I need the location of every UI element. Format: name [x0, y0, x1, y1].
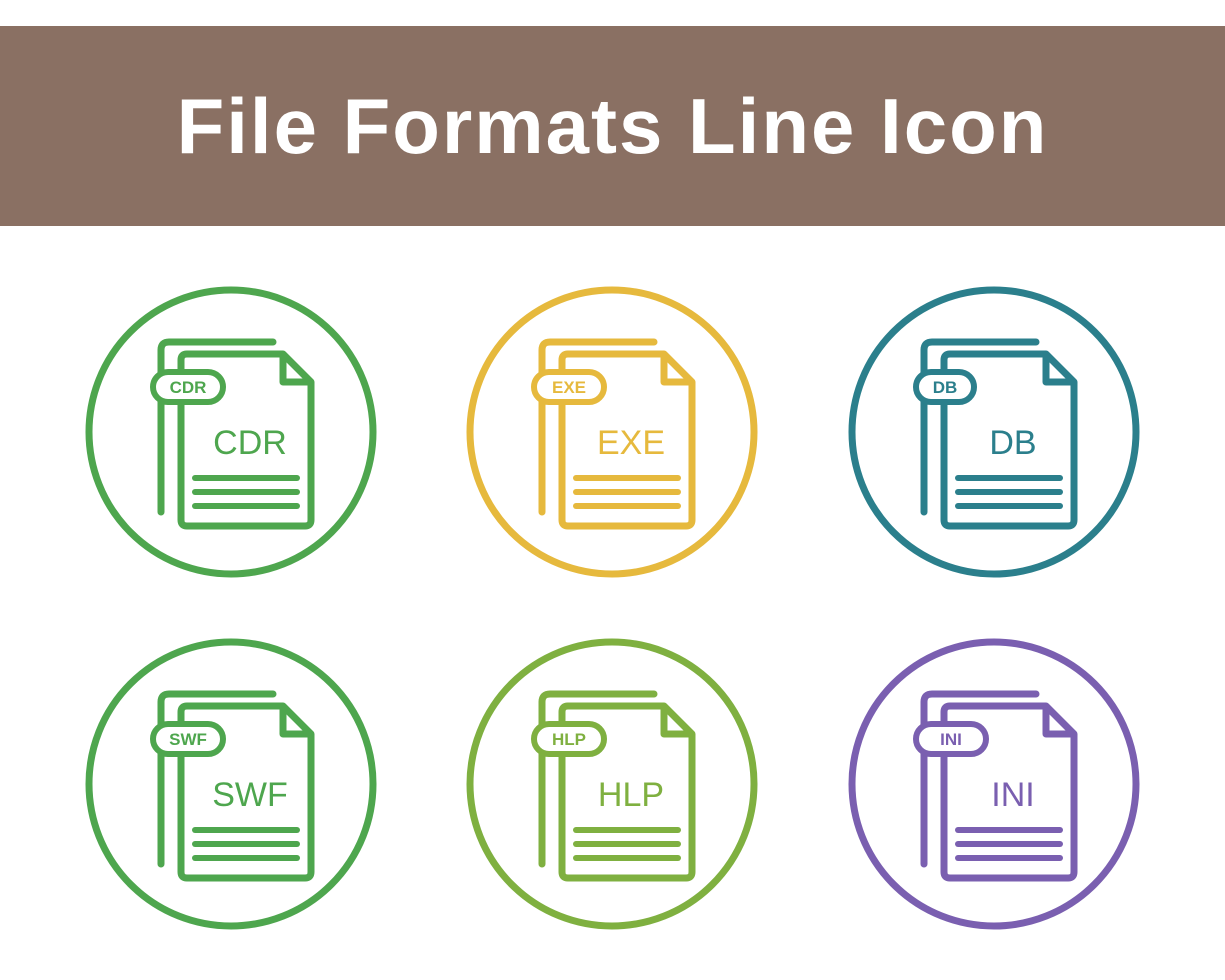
file-format-icon: INI INI [844, 634, 1144, 934]
file-main-label: EXE [597, 424, 665, 462]
file-icon-cdr: CDR CDR [60, 276, 402, 588]
file-tag-label: HLP [552, 730, 586, 749]
file-tag-label: SWF [169, 730, 207, 749]
file-main-label: DB [990, 424, 1037, 462]
icon-grid: CDR CDR EXE EXE DB DB SWF SWF HLP HLP INI INI [0, 226, 1225, 980]
header-banner: File Formats Line Icon [0, 26, 1225, 226]
file-tag-label: INI [940, 730, 962, 749]
file-main-label: INI [991, 776, 1034, 814]
file-tag-label: CDR [169, 378, 206, 397]
file-format-icon: DB DB [844, 282, 1144, 582]
file-format-icon: HLP HLP [462, 634, 762, 934]
page-title: File Formats Line Icon [177, 81, 1049, 172]
file-main-label: HLP [598, 776, 664, 814]
file-main-label: SWF [212, 776, 288, 814]
file-format-icon: CDR CDR [81, 282, 381, 582]
file-tag-label: EXE [552, 378, 586, 397]
file-main-label: CDR [213, 424, 287, 462]
file-icon-ini: INI INI [823, 628, 1165, 940]
file-format-icon: SWF SWF [81, 634, 381, 934]
file-icon-hlp: HLP HLP [442, 628, 784, 940]
file-tag-label: DB [933, 378, 958, 397]
file-icon-db: DB DB [823, 276, 1165, 588]
file-icon-swf: SWF SWF [60, 628, 402, 940]
file-icon-exe: EXE EXE [442, 276, 784, 588]
file-format-icon: EXE EXE [462, 282, 762, 582]
